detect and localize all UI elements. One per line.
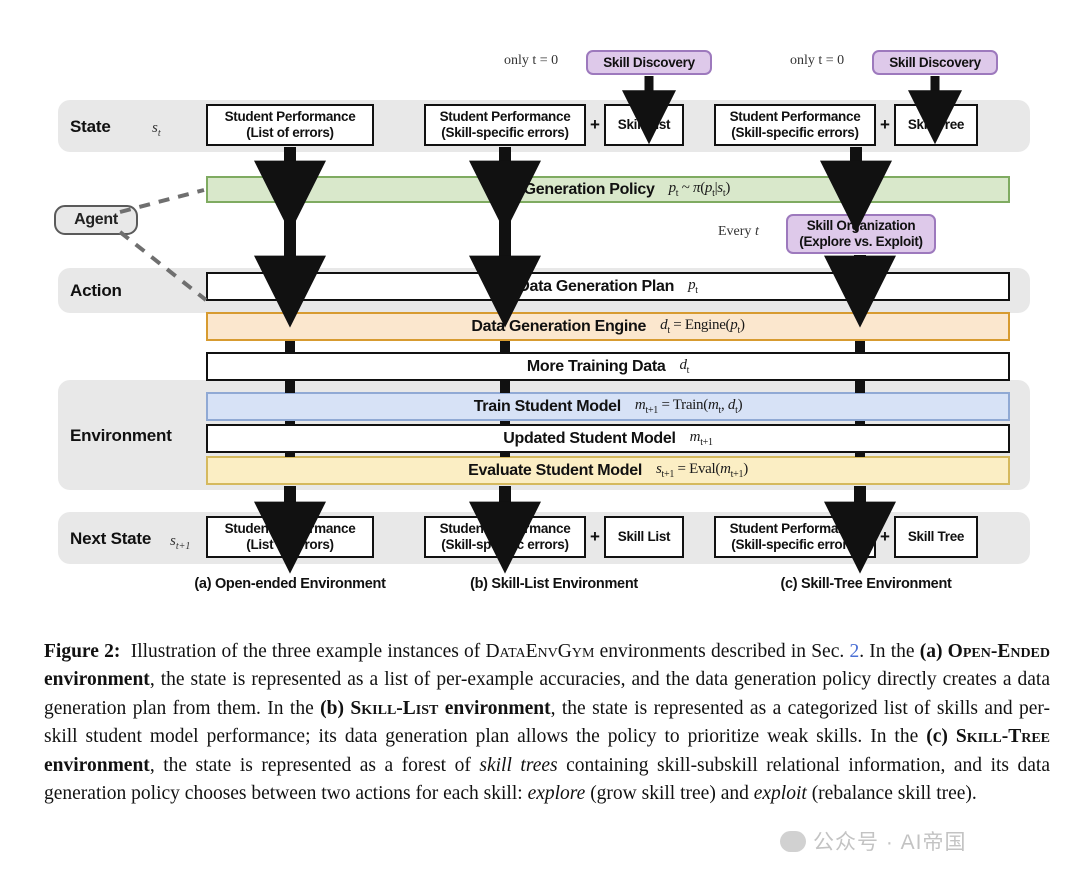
next-state-node-open-ended: Student Performance (List of errors) [206, 516, 374, 558]
column-caption-b: (b) Skill-List Environment [470, 576, 638, 592]
caption-i-exploit: exploit [753, 783, 807, 805]
bar-data-generation-policy: Data Generation Policy pt ~ π(pt|st) [206, 176, 1010, 203]
state-node-skill-tree-perf-line1: Student Performance [729, 109, 861, 125]
caption-sc-skill-list: Skill-List [350, 697, 439, 719]
bar-evaluate-student-model: Evaluate Student Model st+1 = Eval(mt+1) [206, 456, 1010, 485]
agent-pill-label: Agent [74, 211, 118, 228]
next-state-node-skill-tree-perf-line1: Student Performance [729, 521, 861, 537]
caption-seg6: , the state is represented as a forest o… [149, 754, 480, 776]
skill-organization-line1: Skill Organization [806, 218, 916, 234]
state-node-open-ended-line1: Student Performance [224, 109, 356, 125]
skill-organization-pill: Skill Organization (Explore vs. Exploit) [786, 214, 936, 254]
bar-updated-math: mt+1 [689, 429, 713, 448]
agent-pill: Agent [54, 205, 138, 235]
caption-prefix: Figure 2: [44, 641, 121, 662]
skill-discovery-note-b: only t = 0 [504, 53, 559, 68]
next-state-node-skill-tree: Skill Tree [894, 516, 978, 558]
caption-seg3: . In the [859, 641, 920, 662]
state-node-skill-list-label: Skill List [617, 117, 671, 133]
row-label-action: Action [70, 281, 122, 300]
speech-bubble-icon [780, 830, 806, 852]
next-state-node-skill-list-perf-line2: (Skill-specific errors) [441, 537, 569, 552]
caption-section-ref[interactable]: 2 [849, 641, 859, 662]
bar-train-math: mt+1 = Train(mt, dt) [634, 397, 743, 416]
state-node-skill-tree-perf: Student Performance (Skill-specific erro… [714, 104, 876, 146]
row-symbol-state: st [152, 120, 161, 139]
bar-more-data-math: dt [679, 357, 690, 376]
bar-more-data-label: More Training Data [526, 357, 666, 375]
row-symbol-next-state: st+1 [170, 533, 191, 552]
state-node-open-ended: Student Performance (List of errors) [206, 104, 374, 146]
bar-engine-label: Data Generation Engine [471, 317, 647, 335]
caption-seg8: (grow skill tree) and [585, 783, 754, 805]
state-node-skill-list-perf-line1: Student Performance [439, 109, 571, 125]
state-node-skill-list-perf: Student Performance (Skill-specific erro… [424, 104, 586, 146]
caption-b-b: (b) [320, 697, 351, 719]
row-label-state: State [70, 117, 111, 136]
row-label-next-state: Next State [70, 529, 152, 548]
caption-i-skill-trees: skill trees [479, 754, 558, 776]
next-state-node-skill-list-perf-line1: Student Performance [439, 521, 571, 537]
state-node-skill-list-perf-line2: (Skill-specific errors) [441, 125, 569, 140]
bar-updated-student-model: Updated Student Model mt+1 [206, 424, 1010, 453]
caption-b-b2: environment [438, 697, 551, 719]
skill-discovery-b-label: Skill Discovery [603, 54, 695, 70]
caption-seg9: (rebalance skill tree). [806, 783, 977, 805]
bar-policy-label: Data Generation Policy [485, 180, 655, 198]
bar-updated-label: Updated Student Model [503, 429, 676, 447]
figure-2: State st Action Environment Next State s… [0, 0, 1080, 883]
bar-plan-math: pt [688, 277, 698, 296]
caption-seg2: environments described in Sec. [594, 641, 850, 662]
bar-plan-label: Data Generation Plan [518, 277, 675, 295]
next-state-node-skill-list-perf: Student Performance (Skill-specific erro… [424, 516, 586, 558]
skill-organization-note: Every t [718, 224, 759, 239]
next-state-node-skill-tree-perf-line2: (Skill-specific errors) [731, 537, 859, 552]
state-plus-c: + [880, 115, 890, 134]
state-node-skill-tree-label: Skill Tree [907, 117, 965, 133]
next-state-node-open-ended-line1: Student Performance [224, 521, 356, 537]
state-node-skill-tree-perf-line2: (Skill-specific errors) [731, 125, 859, 140]
column-caption-c: (c) Skill-Tree Environment [780, 576, 952, 592]
next-state-node-skill-list: Skill List [604, 516, 684, 558]
next-state-node-open-ended-line2: (List of errors) [246, 537, 334, 552]
next-state-plus-c: + [880, 527, 890, 546]
figure-caption: Figure 2: Illustration of the three exam… [44, 638, 1050, 809]
bar-train-student-model: Train Student Model mt+1 = Train(mt, dt) [206, 392, 1010, 421]
caption-b-c: (c) [926, 726, 956, 748]
skill-discovery-c-label: Skill Discovery [889, 54, 981, 70]
bar-policy-math: pt ~ π(pt|st) [668, 180, 731, 199]
next-state-node-skill-tree-label: Skill Tree [907, 529, 965, 545]
state-node-skill-tree: Skill Tree [894, 104, 978, 146]
state-plus-b: + [590, 115, 600, 134]
next-state-node-skill-list-label: Skill List [617, 529, 671, 545]
bar-data-generation-engine: Data Generation Engine dt = Engine(pt) [206, 312, 1010, 341]
bar-engine-math: dt = Engine(pt) [660, 317, 745, 336]
next-state-plus-b: + [590, 527, 600, 546]
next-state-node-skill-tree-perf: Student Performance (Skill-specific erro… [714, 516, 876, 558]
state-node-open-ended-line2: (List of errors) [246, 125, 334, 140]
skill-discovery-b: Skill Discovery [586, 50, 712, 75]
skill-discovery-note-c: only t = 0 [790, 53, 845, 68]
caption-b-a2: environment [44, 669, 150, 691]
caption-sc-dataenvgym: DataEnvGym [485, 641, 595, 662]
bar-evaluate-label: Evaluate Student Model [468, 461, 642, 479]
watermark: 公众号 · AI帝国 [780, 826, 967, 856]
bar-train-label: Train Student Model [473, 397, 622, 415]
bar-evaluate-math: st+1 = Eval(mt+1) [655, 461, 748, 480]
caption-seg1: Illustration of the three example instan… [130, 641, 486, 662]
watermark-text: 公众号 · AI帝国 [813, 831, 967, 854]
caption-i-explore: explore [527, 783, 586, 805]
row-label-environment: Environment [70, 426, 172, 445]
column-caption-a: (a) Open-ended Environment [194, 576, 386, 592]
diagram-canvas: State st Action Environment Next State s… [0, 0, 1080, 620]
bar-more-training-data: More Training Data dt [206, 352, 1010, 381]
skill-discovery-c: Skill Discovery [872, 50, 998, 75]
caption-b-c2: environment [44, 754, 150, 776]
state-node-skill-list: Skill List [604, 104, 684, 146]
skill-organization-line2: (Explore vs. Exploit) [799, 234, 923, 249]
bar-data-generation-plan: Data Generation Plan pt [206, 272, 1010, 301]
caption-sc-skill-tree: Skill-Tree [955, 726, 1050, 748]
caption-sc-open-ended: Open-Ended [947, 641, 1051, 662]
caption-b-a: (a) [919, 641, 948, 662]
